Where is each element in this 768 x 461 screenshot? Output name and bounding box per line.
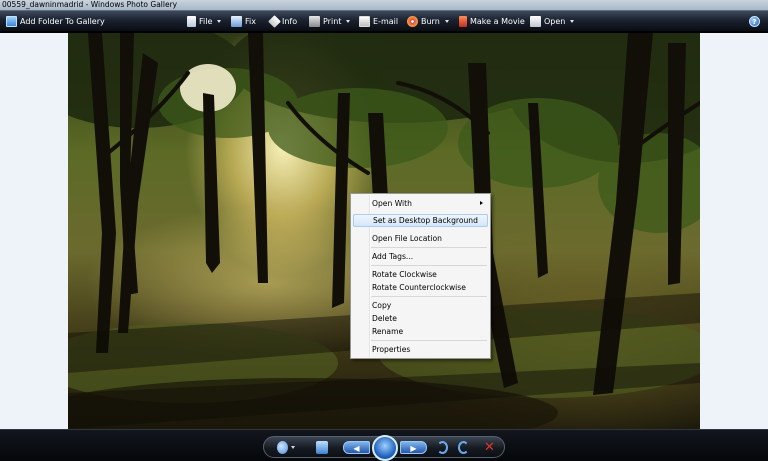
folder-add-icon — [6, 16, 17, 27]
menu-item-delete[interactable]: Delete — [353, 312, 488, 325]
rotate-counterclockwise-icon[interactable] — [437, 441, 448, 454]
menu-item-rotate-counterclockwise[interactable]: Rotate Counterclockwise — [353, 281, 488, 294]
chevron-down-icon — [570, 20, 575, 23]
zoom-icon[interactable] — [277, 441, 288, 454]
menu-item-label: Rotate Clockwise — [372, 270, 437, 279]
fix-icon — [231, 16, 242, 27]
disc-icon — [407, 16, 418, 27]
print-button[interactable]: Print — [309, 11, 351, 32]
email-label: E-mail — [373, 17, 399, 26]
fix-button[interactable]: Fix — [231, 11, 256, 32]
fix-label: Fix — [245, 17, 256, 26]
add-folder-label: Add Folder To Gallery — [20, 17, 105, 26]
help-icon: ? — [752, 18, 757, 26]
navigation-bar: ◀ ▶ ✕ — [0, 429, 768, 461]
file-icon — [187, 16, 196, 27]
menu-item-label: Properties — [372, 345, 411, 354]
menu-item-label: Rotate Counterclockwise — [372, 283, 466, 292]
menu-item-set-desktop-background[interactable]: Set as Desktop Background — [353, 214, 488, 227]
previous-icon[interactable]: ◀ — [343, 441, 370, 454]
menu-item-open-file-location[interactable]: Open File Location — [353, 232, 488, 245]
burn-button[interactable]: Burn — [407, 11, 449, 32]
tag-icon — [268, 15, 281, 28]
make-movie-button[interactable]: Make a Movie — [459, 11, 525, 32]
email-button[interactable]: E-mail — [359, 11, 398, 32]
menu-separator — [371, 340, 487, 341]
chevron-down-icon — [444, 20, 449, 23]
context-menu: Open With Set as Desktop Background Open… — [350, 193, 491, 359]
open-menu-button[interactable]: Open — [530, 11, 575, 32]
printer-icon — [309, 16, 320, 27]
menu-separator — [371, 265, 487, 266]
zoom-dropdown-icon[interactable] — [291, 446, 295, 449]
menu-item-label: Open With — [372, 199, 412, 208]
menu-separator — [371, 247, 487, 248]
menu-separator — [371, 296, 487, 297]
movie-label: Make a Movie — [470, 17, 525, 26]
file-label: File — [199, 17, 213, 26]
chevron-right-icon — [480, 201, 483, 205]
menu-item-label: Copy — [372, 301, 392, 310]
add-folder-button[interactable]: Add Folder To Gallery — [6, 11, 105, 32]
menu-item-properties[interactable]: Properties — [353, 343, 488, 356]
slideshow-icon[interactable] — [372, 435, 398, 461]
menu-item-rename[interactable]: Rename — [353, 325, 488, 338]
next-icon[interactable]: ▶ — [400, 441, 427, 454]
menu-item-rotate-clockwise[interactable]: Rotate Clockwise — [353, 268, 488, 281]
menu-item-copy[interactable]: Copy — [353, 299, 488, 312]
help-button[interactable]: ? — [749, 16, 760, 27]
window-title: 00559_dawninmadrid - Windows Photo Galle… — [2, 0, 178, 9]
print-label: Print — [323, 17, 342, 26]
menu-item-open-with[interactable]: Open With — [353, 197, 488, 210]
open-label: Open — [544, 17, 566, 26]
delete-icon[interactable]: ✕ — [484, 441, 495, 454]
menu-item-label: Open File Location — [372, 234, 442, 243]
actual-size-icon[interactable] — [316, 441, 328, 454]
menu-item-label: Rename — [372, 327, 404, 336]
open-icon — [530, 16, 541, 27]
movie-icon — [459, 16, 467, 27]
menu-item-add-tags[interactable]: Add Tags... — [353, 250, 488, 263]
chevron-down-icon — [217, 20, 222, 23]
menu-item-label: Delete — [372, 314, 397, 323]
chevron-down-icon — [346, 20, 351, 23]
title-bar: 00559_dawninmadrid - Windows Photo Galle… — [0, 0, 768, 11]
file-menu-button[interactable]: File — [187, 11, 222, 32]
burn-label: Burn — [421, 17, 440, 26]
email-icon — [359, 16, 370, 27]
menu-item-label: Set as Desktop Background — [373, 216, 478, 225]
photo-viewer: Open With Set as Desktop Background Open… — [0, 33, 768, 429]
info-label: Info — [282, 17, 298, 26]
playback-controls: ◀ ▶ ✕ — [263, 435, 505, 461]
toolbar: Add Folder To Gallery File Fix Info Prin… — [0, 11, 768, 32]
info-button[interactable]: Info — [268, 11, 298, 32]
menu-item-label: Add Tags... — [372, 252, 414, 261]
rotate-clockwise-icon[interactable] — [458, 441, 469, 454]
